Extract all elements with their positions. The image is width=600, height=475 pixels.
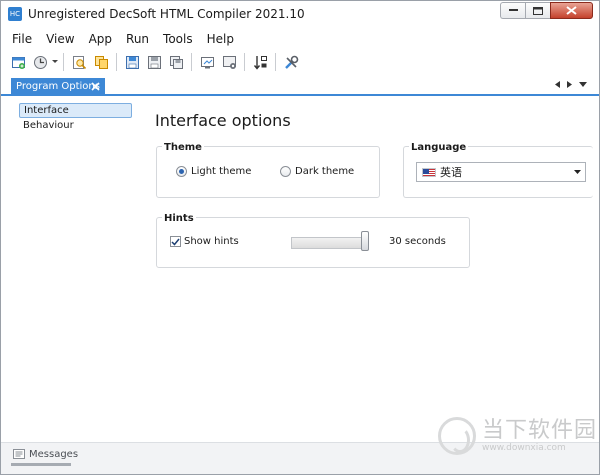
messages-label: Messages bbox=[29, 449, 79, 460]
close-icon bbox=[566, 6, 577, 15]
save-all-icon bbox=[169, 55, 183, 69]
light-theme-label: Light theme bbox=[191, 166, 252, 177]
dark-theme-label: Dark theme bbox=[295, 166, 355, 177]
menu-run[interactable]: Run bbox=[116, 29, 153, 49]
tab-scroll-right-icon[interactable] bbox=[567, 81, 572, 88]
title-bar: HC Unregistered DecSoft HTML Compiler 20… bbox=[1, 1, 599, 27]
maximize-icon bbox=[533, 6, 543, 15]
page-title: Interface options bbox=[155, 111, 291, 130]
tools-icon bbox=[284, 55, 298, 69]
dropdown-arrow-icon bbox=[52, 60, 58, 63]
find-icon bbox=[72, 55, 86, 69]
preview-icon bbox=[200, 56, 214, 68]
options-category-list: Interface Behaviour bbox=[15, 98, 135, 438]
category-item-interface[interactable]: Interface bbox=[19, 103, 132, 118]
toolbar-separator bbox=[275, 53, 276, 71]
messages-tab-indicator bbox=[11, 463, 71, 466]
watermark-text-cn: 当下软件园 bbox=[482, 418, 598, 443]
slider-thumb[interactable] bbox=[361, 231, 369, 251]
language-group-title: Language bbox=[409, 142, 469, 153]
window-title: Unregistered DecSoft HTML Compiler 2021.… bbox=[28, 7, 305, 21]
close-window-button[interactable] bbox=[550, 2, 593, 19]
maximize-button[interactable] bbox=[525, 2, 550, 19]
tab-scroll-left-icon[interactable] bbox=[555, 81, 560, 88]
save-all-button[interactable] bbox=[165, 51, 187, 73]
document-tab-strip: Program Options bbox=[1, 78, 599, 96]
build-icon bbox=[222, 55, 236, 69]
chevron-down-icon bbox=[574, 170, 581, 174]
language-value: 英语 bbox=[440, 166, 462, 179]
show-hints-checkbox[interactable] bbox=[170, 236, 181, 247]
theme-group-title: Theme bbox=[162, 142, 204, 153]
light-theme-option[interactable]: Light theme bbox=[176, 166, 251, 177]
save-as-icon bbox=[147, 55, 161, 69]
menu-tools[interactable]: Tools bbox=[153, 29, 197, 49]
dark-theme-radio[interactable] bbox=[280, 166, 291, 177]
watermark: 当下软件园 www.downxia.com bbox=[438, 417, 597, 455]
menu-view[interactable]: View bbox=[36, 29, 78, 49]
sort-icon bbox=[253, 55, 267, 70]
build-button[interactable] bbox=[218, 51, 240, 73]
find-replace-icon bbox=[94, 55, 108, 69]
window-controls bbox=[500, 2, 593, 19]
messages-icon bbox=[13, 449, 25, 459]
show-hints-label: Show hints bbox=[184, 236, 239, 247]
tab-navigation bbox=[555, 81, 587, 88]
language-select[interactable]: 英语 bbox=[416, 162, 586, 182]
open-dropdown-button[interactable] bbox=[51, 51, 59, 73]
us-flag-icon bbox=[422, 167, 436, 177]
toolbar-separator bbox=[244, 53, 245, 71]
open-project-icon bbox=[33, 55, 47, 69]
hint-duration-value: 30 seconds bbox=[389, 236, 446, 247]
new-project-button[interactable] bbox=[7, 51, 29, 73]
minimize-button[interactable] bbox=[500, 2, 525, 19]
menu-help[interactable]: Help bbox=[197, 29, 238, 49]
toolbar-separator bbox=[116, 53, 117, 71]
menu-app[interactable]: App bbox=[79, 29, 116, 49]
find-replace-button[interactable] bbox=[90, 51, 112, 73]
watermark-text: 当下软件园 www.downxia.com bbox=[482, 418, 598, 454]
tab-list-dropdown-icon[interactable] bbox=[579, 82, 587, 87]
tab-program-options[interactable]: Program Options bbox=[11, 78, 105, 96]
tools-button[interactable] bbox=[280, 51, 302, 73]
menu-bar: File View App Run Tools Help bbox=[1, 29, 238, 49]
app-logo-icon: HC bbox=[8, 7, 22, 21]
minimize-icon bbox=[508, 9, 518, 11]
close-tab-icon[interactable] bbox=[90, 81, 101, 92]
toolbar-separator bbox=[191, 53, 192, 71]
new-project-icon bbox=[11, 56, 25, 69]
tab-label: Program Options bbox=[16, 81, 100, 92]
category-item-behaviour[interactable]: Behaviour bbox=[19, 118, 132, 133]
sort-button[interactable] bbox=[249, 51, 271, 73]
watermark-logo-icon bbox=[438, 417, 476, 455]
checkmark-icon bbox=[171, 238, 180, 246]
hint-duration-slider[interactable] bbox=[291, 237, 369, 249]
show-hints-option[interactable]: Show hints bbox=[170, 236, 239, 247]
toolbar-separator bbox=[63, 53, 64, 71]
messages-tab[interactable]: Messages bbox=[13, 449, 78, 460]
save-button[interactable] bbox=[121, 51, 143, 73]
watermark-text-en: www.downxia.com bbox=[482, 443, 566, 453]
hints-group-title: Hints bbox=[162, 213, 196, 224]
open-project-button[interactable] bbox=[29, 51, 51, 73]
toolbar bbox=[7, 50, 302, 74]
find-button[interactable] bbox=[68, 51, 90, 73]
dark-theme-option[interactable]: Dark theme bbox=[280, 166, 354, 177]
save-as-button[interactable] bbox=[143, 51, 165, 73]
preview-button[interactable] bbox=[196, 51, 218, 73]
save-icon bbox=[125, 55, 139, 69]
light-theme-radio[interactable] bbox=[176, 166, 187, 177]
menu-file[interactable]: File bbox=[1, 29, 36, 49]
app-window: HC Unregistered DecSoft HTML Compiler 20… bbox=[0, 0, 600, 475]
